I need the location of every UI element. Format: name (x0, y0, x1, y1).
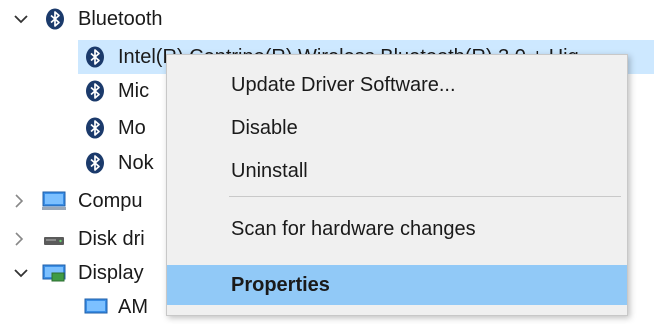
menu-item-label: Scan for hardware changes (231, 218, 476, 240)
tree-item-bluetooth-device[interactable]: Mic (84, 74, 149, 108)
tree-item-bluetooth-device[interactable]: Mo (84, 111, 146, 145)
tree-category-bluetooth[interactable]: Bluetooth (44, 2, 163, 36)
tree-item-label: AM (118, 296, 148, 318)
chevron-right-icon[interactable] (8, 228, 30, 250)
menu-separator (229, 196, 621, 197)
display-adapter-icon (42, 262, 66, 284)
chevron-right-icon[interactable] (8, 190, 30, 212)
tree-item-label: Mo (118, 117, 146, 139)
tree-category-label: Compu (78, 190, 143, 212)
context-menu: Update Driver Software... Disable Uninst… (166, 54, 628, 316)
menu-item-properties[interactable]: Properties (167, 265, 627, 305)
menu-item-scan-hardware[interactable]: Scan for hardware changes (167, 209, 627, 249)
menu-item-label: Uninstall (231, 160, 308, 182)
tree-item-display-adapter[interactable]: AM (84, 290, 148, 324)
bluetooth-icon (84, 152, 106, 174)
tree-item-bluetooth-device[interactable]: Nok (84, 146, 154, 180)
computer-icon (42, 190, 66, 212)
chevron-down-icon[interactable] (10, 8, 32, 30)
bluetooth-icon (84, 117, 106, 139)
bluetooth-icon (84, 80, 106, 102)
chevron-down-icon[interactable] (10, 262, 32, 284)
menu-item-update-driver[interactable]: Update Driver Software... (167, 65, 627, 105)
menu-item-label: Properties (231, 274, 330, 296)
display-adapter-icon (84, 296, 108, 318)
tree-category-label: Disk dri (78, 228, 145, 250)
disk-drive-icon (42, 228, 66, 250)
menu-item-uninstall[interactable]: Uninstall (167, 151, 627, 191)
tree-category-label: Display (78, 262, 144, 284)
tree-item-label: Mic (118, 80, 150, 102)
bluetooth-icon (84, 46, 106, 68)
tree-category-disk-drives[interactable]: Disk dri (42, 222, 145, 256)
bluetooth-icon (44, 8, 66, 30)
menu-item-label: Update Driver Software... (231, 74, 456, 96)
tree-category-computer[interactable]: Compu (42, 184, 142, 218)
tree-item-label: Nok (118, 152, 154, 174)
tree-category-display-adapters[interactable]: Display (42, 256, 144, 290)
menu-item-label: Disable (231, 117, 298, 139)
tree-category-label: Bluetooth (78, 8, 163, 30)
menu-item-disable[interactable]: Disable (167, 108, 627, 148)
